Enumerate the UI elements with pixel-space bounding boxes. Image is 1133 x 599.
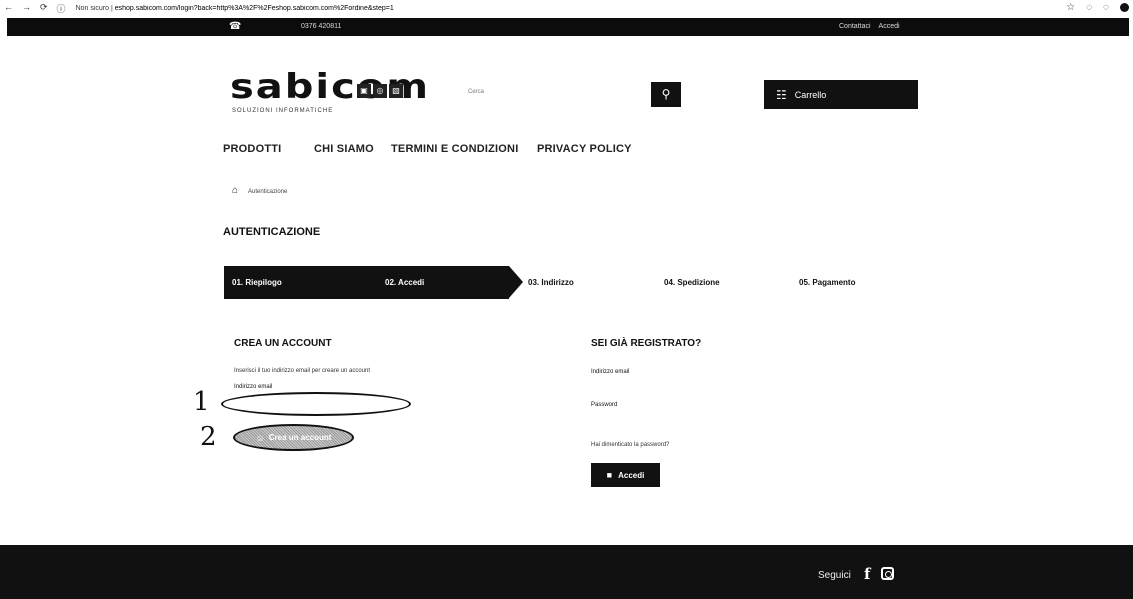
url-text: eshop.sabicom.com/login?back=http%3A%2F%…: [114, 4, 394, 12]
top-bar: ☎ 0376 420811 Contattaci Accedi: [7, 18, 1129, 36]
step-riepilogo[interactable]: 01. Riepilogo: [232, 278, 282, 287]
footer: Seguici f: [0, 545, 1133, 599]
login-email-label: Indirizzo email: [591, 369, 630, 375]
page-title: AUTENTICAZIONE: [223, 226, 321, 238]
step-indirizzo: 03. Indirizzo: [528, 278, 574, 287]
steps-arrow: [509, 266, 523, 298]
search-icon: ⚲: [661, 87, 671, 101]
top-links: Contattaci Accedi: [839, 23, 900, 30]
browser-toolbar: ← → ⟳ ⓘ Non sicuro | eshop.sabicom.com/l…: [0, 0, 1133, 16]
home-icon[interactable]: ⌂: [232, 185, 238, 196]
extension-icon[interactable]: ◌: [1103, 2, 1109, 13]
login-button[interactable]: ■ Accedi: [591, 463, 660, 487]
browser-right-icons: ☆ ◌ ◌: [1066, 2, 1129, 13]
logo-icons: ▣ ◎ ▧: [357, 84, 403, 98]
login-link[interactable]: Accedi: [879, 23, 900, 30]
login-password-label: Password: [591, 402, 618, 408]
address-bar[interactable]: Non sicuro | eshop.sabicom.com/login?bac…: [76, 5, 636, 12]
instagram-icon[interactable]: [881, 567, 894, 580]
breadcrumb-current: Autenticazione: [248, 189, 288, 195]
extension-icon[interactable]: ◌: [1086, 2, 1092, 13]
phone-number: 0376 420811: [301, 23, 342, 30]
tagline: SOLUZIONI INFORMATICHE: [232, 108, 334, 114]
facebook-icon[interactable]: f: [864, 565, 870, 583]
step-spedizione: 04. Spedizione: [664, 278, 720, 287]
phone-icon: ☎: [229, 21, 242, 32]
logo-badge-icon: ▣: [357, 84, 371, 98]
create-account-button[interactable]: ☺ Crea un account: [233, 424, 354, 451]
cart-label: Carrello: [794, 89, 827, 100]
create-email-input[interactable]: [221, 392, 411, 416]
annotation-number: 2: [200, 422, 217, 452]
user-icon: ☺: [255, 432, 265, 443]
menu-item-chi-siamo[interactable]: CHI SIAMO: [314, 143, 374, 155]
menu-item-prodotti[interactable]: PRODOTTI: [223, 143, 281, 155]
back-icon[interactable]: ←: [4, 2, 13, 15]
menu-item-privacy[interactable]: PRIVACY POLICY: [537, 143, 632, 155]
menu-item-termini[interactable]: TERMINI E CONDIZIONI: [391, 143, 518, 155]
info-icon[interactable]: ⓘ: [57, 2, 66, 15]
browser-nav: ← → ⟳ ⓘ: [0, 2, 66, 15]
annotation-number: 1: [193, 387, 210, 417]
star-icon[interactable]: ☆: [1066, 2, 1075, 13]
create-email-label: Indirizzo email: [234, 384, 273, 390]
logo-badge-icon: ◎: [373, 84, 387, 98]
contact-link[interactable]: Contattaci: [839, 23, 871, 30]
create-account-description: Inserisci il tuo indirizzo email per cre…: [234, 368, 371, 374]
forgot-password-link[interactable]: Hai dimenticato la password?: [591, 442, 669, 448]
create-account-button-label: Crea un account: [268, 433, 332, 442]
step-pagamento: 05. Pagamento: [799, 278, 856, 287]
login-heading: SEI GIÀ REGISTRATO?: [591, 338, 702, 349]
search-button[interactable]: ⚲: [651, 82, 681, 107]
reload-icon[interactable]: ⟳: [40, 2, 48, 15]
profile-icon[interactable]: [1120, 3, 1129, 12]
forward-icon[interactable]: →: [22, 2, 31, 15]
follow-label: Seguici: [818, 570, 851, 581]
logo-badge-icon: ▧: [389, 84, 403, 98]
cart-icon: ☷: [776, 87, 787, 102]
search-input[interactable]: Cerca: [468, 89, 484, 95]
cart-button[interactable]: ☷ Carrello: [764, 80, 918, 109]
login-button-label: Accedi: [618, 470, 645, 480]
url-security-label: Non sicuro |: [75, 4, 115, 12]
step-accedi[interactable]: 02. Accedi: [385, 278, 424, 287]
lock-icon: ■: [606, 470, 613, 480]
create-account-heading: CREA UN ACCOUNT: [234, 338, 332, 349]
